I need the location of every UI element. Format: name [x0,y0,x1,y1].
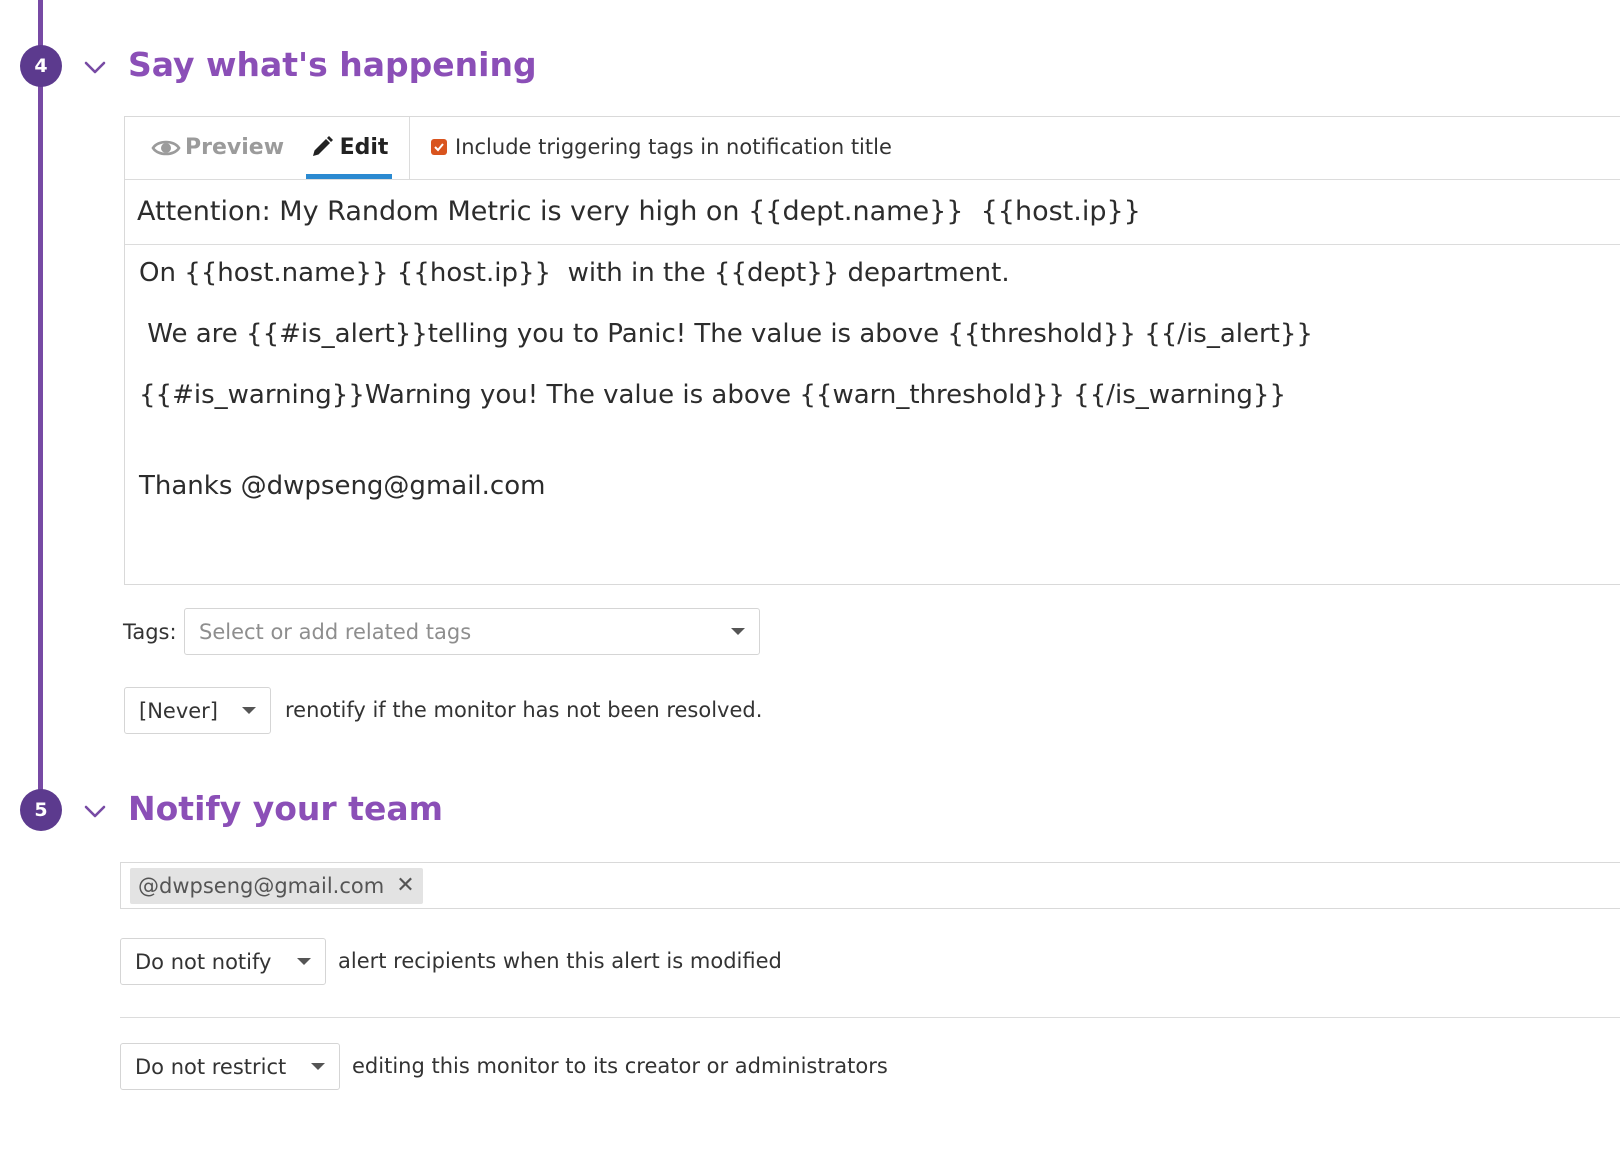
eye-icon [151,140,181,155]
section-title-notify-your-team: Notify your team [128,789,443,828]
body-line: {{#is_warning}}Warning you! The value is… [139,380,1286,410]
renotify-text: renotify if the monitor has not been res… [285,698,763,722]
recipient-chip: @dwpseng@gmail.com ✕ [130,867,423,904]
section-title-say-whats-happening: Say what's happening [128,45,537,84]
notification-title-input[interactable]: Attention: My Random Metric is very high… [125,179,1620,245]
chevron-down-icon[interactable] [83,55,107,79]
tab-divider [409,117,410,179]
include-tags-label: Include triggering tags in notification … [455,135,892,159]
chevron-down-icon[interactable] [83,799,107,823]
tags-label: Tags: [123,620,177,644]
close-icon[interactable]: ✕ [396,874,414,897]
checkmark-icon [434,143,444,152]
body-line: On {{host.name}} {{host.ip}} with in the… [139,258,1010,288]
message-editor: Preview Edit Include triggering tags in … [124,116,1620,585]
include-tags-checkbox[interactable] [431,139,447,155]
renotify-value: [Never] [139,698,218,723]
tags-placeholder: Select or add related tags [199,619,472,644]
notification-body-textarea[interactable]: On {{host.name}} {{host.ip}} with in the… [125,246,1620,583]
caret-down-icon [311,1063,325,1070]
body-line: We are {{#is_alert}}telling you to Panic… [139,319,1313,349]
timeline-line [38,0,43,812]
step-badge-4: 4 [20,45,62,87]
caret-down-icon [731,628,745,635]
include-tags-option[interactable]: Include triggering tags in notification … [431,135,892,159]
renotify-select[interactable]: [Never] [124,687,271,734]
step-badge-5: 5 [20,789,62,831]
body-line: Thanks @dwpseng@gmail.com [139,471,546,501]
tab-edit-label: Edit [339,135,389,160]
recipient-chip-label: @dwpseng@gmail.com [138,873,385,898]
notify-modified-select[interactable]: Do not notify [120,938,326,985]
notify-modified-value: Do not notify [135,949,272,974]
tab-edit[interactable]: Edit [307,117,391,179]
divider [120,1017,1620,1018]
editor-tabbar: Preview Edit Include triggering tags in … [125,117,1620,180]
caret-down-icon [297,958,311,965]
restrict-text: editing this monitor to its creator or a… [352,1054,888,1078]
recipients-input[interactable]: @dwpseng@gmail.com ✕ [120,862,1620,909]
tab-preview[interactable]: Preview [151,135,284,160]
restrict-select[interactable]: Do not restrict [120,1043,340,1090]
caret-down-icon [242,707,256,714]
notify-modified-text: alert recipients when this alert is modi… [338,949,782,973]
pencil-icon [312,136,333,156]
restrict-value: Do not restrict [135,1054,287,1079]
tags-select[interactable]: Select or add related tags [184,608,760,655]
tab-preview-label: Preview [185,135,285,160]
